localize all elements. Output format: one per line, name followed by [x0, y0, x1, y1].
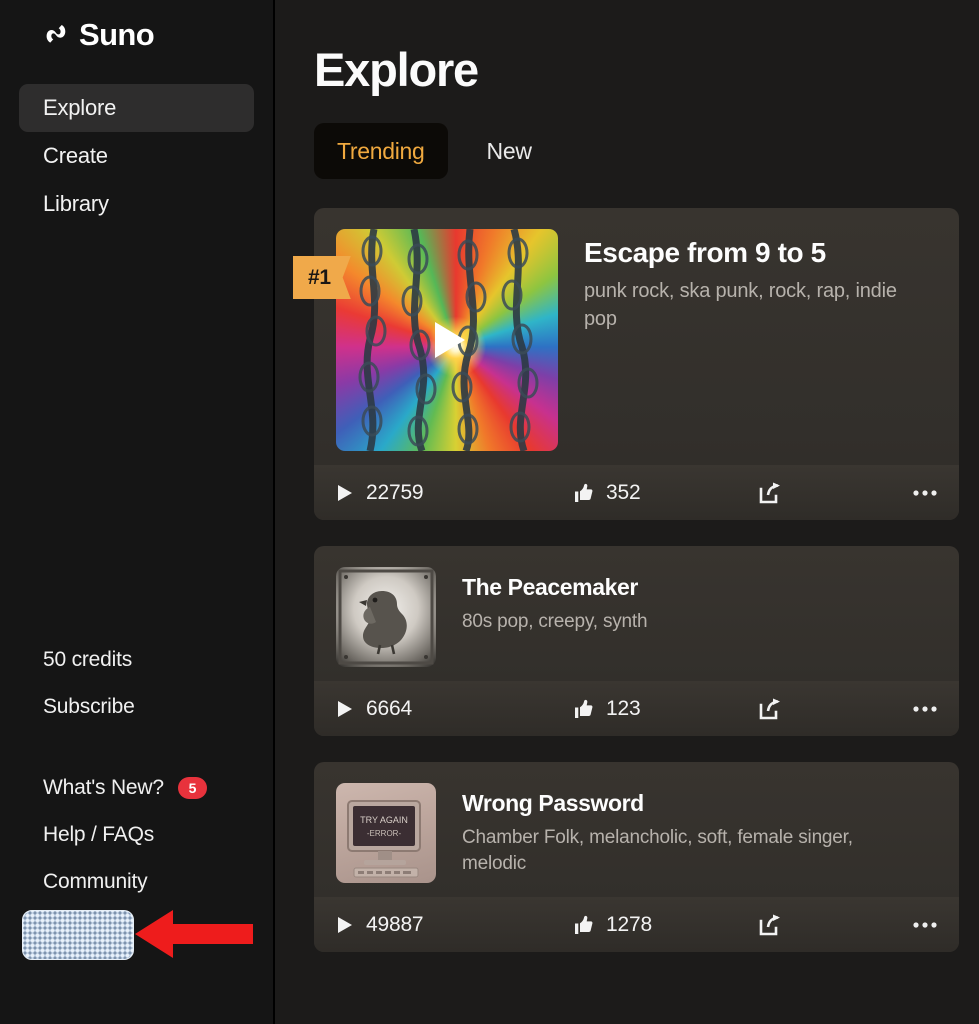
like-button[interactable]: 352 [574, 481, 759, 505]
tab-bar: Trending New [314, 123, 959, 179]
song-title: Wrong Password [462, 790, 644, 816]
sidebar-item-library[interactable]: Library [19, 180, 254, 228]
account-chip-redacted[interactable] [22, 910, 134, 960]
left-pointing-arrow-icon [135, 910, 253, 958]
tab-new[interactable]: New [464, 123, 555, 179]
credits-label: 50 credits [43, 647, 133, 671]
sidebar-item-label: Explore [43, 95, 117, 120]
monitor-illustration-icon: TRY AGAIN -ERROR- [347, 800, 421, 878]
primary-nav: Explore Create Library [0, 84, 273, 228]
community-label: Community [43, 869, 148, 893]
dove-illustration-icon [338, 569, 434, 665]
play-count: 6664 [366, 696, 412, 720]
more-options-icon [913, 489, 937, 496]
share-icon [759, 914, 780, 935]
song-card-body: The Peacemaker 80s pop, creepy, synth [314, 546, 959, 681]
song-tags: punk rock, ska punk, rock, rap, indie po… [584, 280, 897, 330]
song-tags: 80s pop, creepy, synth [462, 610, 648, 632]
play-count-button[interactable]: 6664 [336, 697, 574, 721]
more-options-icon [913, 705, 937, 712]
whats-new-badge: 5 [177, 776, 207, 799]
svg-text:TRY AGAIN: TRY AGAIN [360, 815, 408, 825]
main-content: Explore Trending New #1 Escape from 9 to… [275, 0, 979, 1024]
suno-explore-app: Suno Explore Create Library 50 credits S… [0, 0, 979, 1024]
song-action-bar: 49887 1278 [314, 897, 959, 952]
play-count-button[interactable]: 22759 [336, 481, 574, 505]
more-options-icon [913, 921, 937, 928]
album-art[interactable] [336, 567, 436, 667]
song-card[interactable]: #1 Escape from 9 to 5 punk rock, ska pun… [293, 208, 959, 520]
whats-new-link[interactable]: What's New? 5 [43, 764, 230, 811]
sidebar-item-explore[interactable]: Explore [19, 84, 254, 132]
thumbs-up-icon [575, 915, 593, 934]
play-count: 22759 [366, 480, 424, 504]
sidebar-item-create[interactable]: Create [19, 132, 254, 180]
more-options-button[interactable] [913, 489, 937, 497]
tab-trending[interactable]: Trending [314, 123, 448, 179]
subscribe-link[interactable]: Subscribe [43, 683, 230, 730]
page-title: Explore [314, 43, 479, 96]
chains-overlay-icon [358, 229, 539, 451]
svg-text:-ERROR-: -ERROR- [367, 829, 402, 838]
song-card[interactable]: The Peacemaker 80s pop, creepy, synth 66… [314, 546, 959, 736]
like-count: 352 [606, 480, 641, 504]
share-button[interactable] [759, 914, 879, 936]
share-icon [759, 698, 780, 719]
song-card-list: #1 Escape from 9 to 5 punk rock, ska pun… [293, 208, 959, 952]
song-tags: Chamber Folk, melancholic, soft, female … [462, 826, 853, 874]
suno-wave-logo-icon [46, 25, 66, 43]
play-count: 49887 [366, 912, 424, 936]
share-icon [759, 482, 780, 503]
share-button[interactable] [759, 698, 879, 720]
song-title: The Peacemaker [462, 574, 638, 600]
song-card[interactable]: TRY AGAIN -ERROR- Wrong Password Chamber… [314, 762, 959, 952]
play-icon [338, 700, 352, 717]
play-count-button[interactable]: 49887 [336, 913, 574, 937]
like-count: 1278 [606, 912, 652, 936]
tab-label: New [486, 137, 532, 164]
like-button[interactable]: 1278 [574, 913, 759, 937]
thumbs-up-icon [575, 483, 593, 502]
community-link[interactable]: Community [43, 858, 230, 905]
album-art[interactable]: TRY AGAIN -ERROR- [336, 783, 436, 883]
like-count: 123 [606, 696, 641, 720]
subscribe-label: Subscribe [43, 694, 135, 718]
sidebar-item-label: Create [43, 143, 108, 168]
play-icon [338, 916, 352, 933]
thumbs-up-icon [575, 699, 593, 718]
secondary-nav: 50 credits Subscribe What's New? 5 Help … [0, 636, 273, 905]
brand-logo[interactable]: Suno [0, 0, 273, 52]
share-button[interactable] [759, 482, 879, 504]
brand-name: Suno [79, 16, 155, 52]
help-faqs-label: Help / FAQs [43, 822, 155, 846]
tab-label: Trending [337, 137, 425, 164]
like-button[interactable]: 123 [574, 697, 759, 721]
song-action-bar: 6664 123 [314, 681, 959, 736]
song-card-body: Escape from 9 to 5 punk rock, ska punk, … [314, 208, 959, 465]
whats-new-label: What's New? [43, 775, 164, 799]
help-faqs-link[interactable]: Help / FAQs [43, 811, 230, 858]
sidebar: Suno Explore Create Library 50 credits S… [0, 0, 275, 1024]
more-options-button[interactable] [913, 705, 937, 713]
song-meta: Escape from 9 to 5 punk rock, ska punk, … [584, 229, 914, 451]
song-action-bar: 22759 352 [314, 465, 959, 520]
rank-badge: #1 [293, 256, 351, 299]
more-options-button[interactable] [913, 921, 937, 929]
credits-display: 50 credits [43, 636, 230, 683]
song-meta: Wrong Password Chamber Folk, melancholic… [462, 783, 892, 883]
song-meta: The Peacemaker 80s pop, creepy, synth [462, 567, 648, 667]
album-art[interactable] [336, 229, 558, 451]
song-card-body: TRY AGAIN -ERROR- Wrong Password Chamber… [314, 762, 959, 897]
play-icon [338, 484, 352, 501]
song-title: Escape from 9 to 5 [584, 237, 826, 268]
sidebar-item-label: Library [43, 191, 109, 216]
